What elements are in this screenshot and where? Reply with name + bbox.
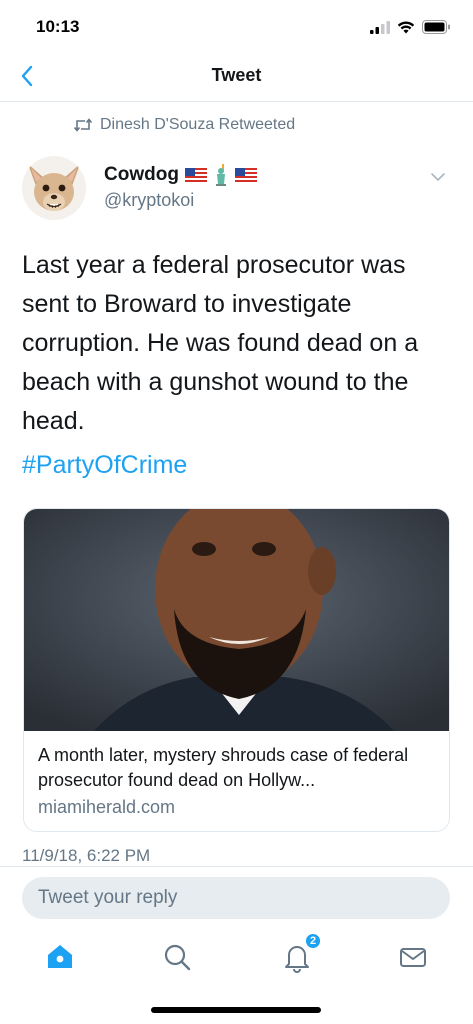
- retweet-attribution[interactable]: Dinesh D'Souza Retweeted: [74, 116, 295, 134]
- tab-messages[interactable]: [396, 940, 430, 974]
- wifi-icon: [397, 21, 415, 33]
- page-title: Tweet: [211, 65, 262, 85]
- chihuahua-avatar-icon: [22, 156, 86, 220]
- tweet-author: Cowdog @kryptokoi: [22, 156, 451, 226]
- cellular-signal-icon: [370, 20, 390, 34]
- statue-of-liberty-icon: [215, 164, 226, 186]
- tweet-text: Last year a federal prosecutor was sent …: [22, 251, 419, 435]
- tweet-timestamp: 11/9/18, 6:22 PM: [22, 846, 151, 865]
- notifications-badge: 2: [304, 932, 322, 950]
- home-indicator[interactable]: [151, 1007, 321, 1013]
- us-flag-icon: [234, 168, 257, 182]
- status-time: 10:13: [36, 17, 80, 36]
- author-name-row[interactable]: Cowdog: [104, 164, 257, 186]
- card-title: A month later, mystery shrouds case of f…: [38, 745, 409, 790]
- reply-bar: Tweet your reply: [0, 866, 473, 928]
- hashtag-link[interactable]: #PartyOfCrime: [22, 446, 187, 485]
- card-image: [24, 509, 449, 731]
- tab-home[interactable]: [43, 940, 77, 974]
- search-icon: [164, 944, 191, 971]
- author-handle[interactable]: @kryptokoi: [104, 190, 194, 211]
- link-card[interactable]: A month later, mystery shrouds case of f…: [23, 508, 450, 832]
- avatar[interactable]: [22, 156, 86, 220]
- retweet-label: Dinesh D'Souza Retweeted: [100, 116, 296, 133]
- home-icon: [48, 945, 72, 968]
- us-flag-icon: [184, 168, 207, 182]
- chevron-down-icon[interactable]: [429, 168, 447, 186]
- battery-icon: [422, 20, 450, 34]
- author-name: Cowdog: [104, 164, 179, 185]
- retweet-icon: [74, 118, 92, 132]
- tab-search[interactable]: [160, 940, 194, 974]
- nav-bar: Tweet: [0, 50, 473, 102]
- tab-bar: 2: [0, 928, 473, 988]
- card-domain: miamiherald.com: [38, 797, 176, 817]
- reply-input[interactable]: Tweet your reply: [22, 877, 450, 919]
- status-icons: [370, 20, 451, 34]
- status-bar: 10:13: [0, 0, 473, 50]
- messages-envelope-icon: [400, 948, 426, 967]
- tab-notifications[interactable]: 2: [280, 932, 322, 974]
